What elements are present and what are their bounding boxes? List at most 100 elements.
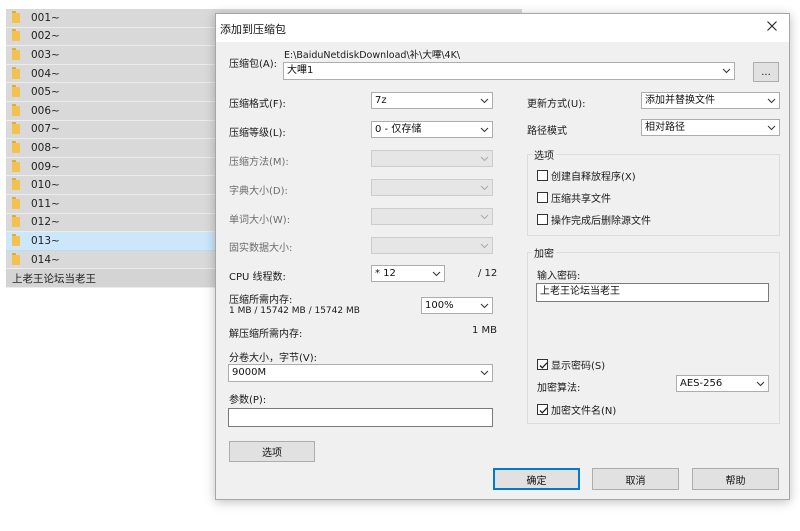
folder-icon xyxy=(12,159,20,172)
shared-files-label: 压缩共享文件 xyxy=(551,194,611,205)
cpu-threads-label: CPU 线程数: xyxy=(229,272,286,283)
file-name: 001~ xyxy=(31,11,60,24)
update-mode-label: 更新方式(U): xyxy=(527,99,586,110)
chevron-down-icon xyxy=(722,66,731,75)
dictionary-label: 字典大小(D): xyxy=(229,186,288,197)
path-mode-label: 路径模式 xyxy=(527,126,567,137)
memory-detail: 1 MB / 15742 MB / 15742 MB xyxy=(229,306,360,316)
parameters-input[interactable] xyxy=(228,408,493,427)
archive-label: 压缩包(A): xyxy=(229,59,278,70)
options-group-title: 选项 xyxy=(532,147,556,162)
cpu-threads-value: * 12 xyxy=(375,268,396,279)
folder-icon xyxy=(12,10,20,23)
encryption-group-title: 加密 xyxy=(532,245,556,260)
add-to-archive-dialog: 添加到压缩包 压缩包(A): E:\BaiduNetdiskDownload\补… xyxy=(215,13,790,500)
encrypt-names-checkbox[interactable]: 加密文件名(N) xyxy=(537,402,616,417)
file-name: 011~ xyxy=(31,197,60,210)
volume-size-combo[interactable]: 9000M xyxy=(228,364,493,382)
encryption-group: 加密 输入密码: 上老王论坛当老王 显示密码(S) 加密算法: AES-256 … xyxy=(527,245,780,424)
archive-name-combo[interactable]: 大嗶1 xyxy=(283,62,735,80)
path-mode-select[interactable]: 相对路径 xyxy=(641,119,780,136)
solid-block-select xyxy=(371,237,493,254)
word-size-label: 单词大小(W): xyxy=(229,215,291,226)
dictionary-select xyxy=(371,179,493,196)
file-name: 上老王论坛当老王 xyxy=(12,272,96,285)
file-name: 005~ xyxy=(31,86,60,99)
browse-button[interactable]: ... xyxy=(753,62,779,82)
chevron-down-icon xyxy=(480,301,489,310)
delete-after-checkbox[interactable]: 操作完成后删除源文件 xyxy=(537,212,651,227)
chevron-down-icon xyxy=(480,154,489,163)
format-label: 压缩格式(F): xyxy=(229,99,286,110)
level-label: 压缩等级(L): xyxy=(229,128,286,139)
chevron-down-icon xyxy=(480,125,489,134)
show-password-checkbox[interactable]: 显示密码(S) xyxy=(537,357,605,372)
solid-block-label: 固实数据大小: xyxy=(229,243,293,254)
folder-icon xyxy=(12,66,20,79)
encrypt-names-checkbox-box[interactable] xyxy=(537,404,548,415)
parameters-label: 参数(P): xyxy=(229,395,267,406)
memory-percent-value: 100% xyxy=(425,300,454,311)
delete-after-label: 操作完成后删除源文件 xyxy=(551,216,651,227)
delete-checkbox-box[interactable] xyxy=(537,214,548,225)
shared-checkbox-box[interactable] xyxy=(537,192,548,203)
close-button[interactable] xyxy=(757,14,787,40)
chevron-down-icon xyxy=(480,241,489,250)
cancel-button[interactable]: 取消 xyxy=(592,468,679,490)
file-name: 002~ xyxy=(31,30,60,43)
create-sfx-checkbox[interactable]: 创建自释放程序(X) xyxy=(537,168,636,183)
word-size-select xyxy=(371,208,493,225)
folder-icon xyxy=(12,140,20,153)
shared-files-checkbox[interactable]: 压缩共享文件 xyxy=(537,190,611,205)
encryption-method-label: 加密算法: xyxy=(537,383,581,394)
chevron-down-icon xyxy=(767,96,776,105)
chevron-down-icon xyxy=(480,368,489,377)
cpu-threads-total: / 12 xyxy=(478,268,498,279)
password-input[interactable]: 上老王论坛当老王 xyxy=(536,283,769,302)
cpu-threads-select[interactable]: * 12 xyxy=(371,265,445,282)
encryption-method-select[interactable]: AES-256 xyxy=(676,375,769,392)
encryption-method-value: AES-256 xyxy=(680,378,723,389)
password-label: 输入密码: xyxy=(537,271,581,282)
show-password-label: 显示密码(S) xyxy=(551,361,606,372)
memory-percent-select[interactable]: 100% xyxy=(421,297,493,314)
file-name: 007~ xyxy=(31,123,60,136)
folder-icon xyxy=(12,85,20,98)
help-button[interactable]: 帮助 xyxy=(692,468,779,490)
folder-icon xyxy=(12,103,20,116)
path-mode-value: 相对路径 xyxy=(645,122,685,133)
sfx-checkbox-box[interactable] xyxy=(537,170,548,181)
folder-icon xyxy=(12,29,20,42)
update-mode-select[interactable]: 添加并替换文件 xyxy=(641,92,780,109)
folder-icon xyxy=(12,252,20,265)
chevron-down-icon xyxy=(480,212,489,221)
chevron-down-icon xyxy=(767,123,776,132)
update-mode-value: 添加并替换文件 xyxy=(645,95,715,106)
archive-path: E:\BaiduNetdiskDownload\补\大嗶\4K\ xyxy=(284,50,461,61)
level-select[interactable]: 0 - 仅存储 xyxy=(371,121,493,138)
file-name: 006~ xyxy=(31,104,60,117)
format-select[interactable]: 7z xyxy=(371,92,493,109)
options-button[interactable]: 选项 xyxy=(229,441,315,462)
file-name: 013~ xyxy=(31,234,60,247)
method-select xyxy=(371,150,493,167)
dialog-titlebar: 添加到压缩包 xyxy=(216,14,789,42)
show-password-checkbox-box[interactable] xyxy=(537,359,548,370)
file-name: 003~ xyxy=(31,48,60,61)
volume-size-value: 9000M xyxy=(232,367,267,378)
dialog-title: 添加到压缩包 xyxy=(220,23,286,36)
decompress-memory-value: 1 MB xyxy=(472,325,498,336)
method-label: 压缩方法(M): xyxy=(229,157,289,168)
options-group: 选项 创建自释放程序(X) 压缩共享文件 操作完成后删除源文件 xyxy=(527,147,780,236)
folder-icon xyxy=(12,196,20,209)
encrypt-names-label: 加密文件名(N) xyxy=(551,406,617,417)
folder-icon xyxy=(12,233,20,246)
level-value: 0 - 仅存储 xyxy=(375,124,422,135)
file-name: 014~ xyxy=(31,253,60,266)
ok-button[interactable]: 确定 xyxy=(493,468,580,490)
file-name: 009~ xyxy=(31,160,60,173)
close-icon xyxy=(767,20,777,34)
chevron-down-icon xyxy=(480,183,489,192)
file-name: 008~ xyxy=(31,141,60,154)
memory-label: 压缩所需内存: xyxy=(229,295,293,306)
